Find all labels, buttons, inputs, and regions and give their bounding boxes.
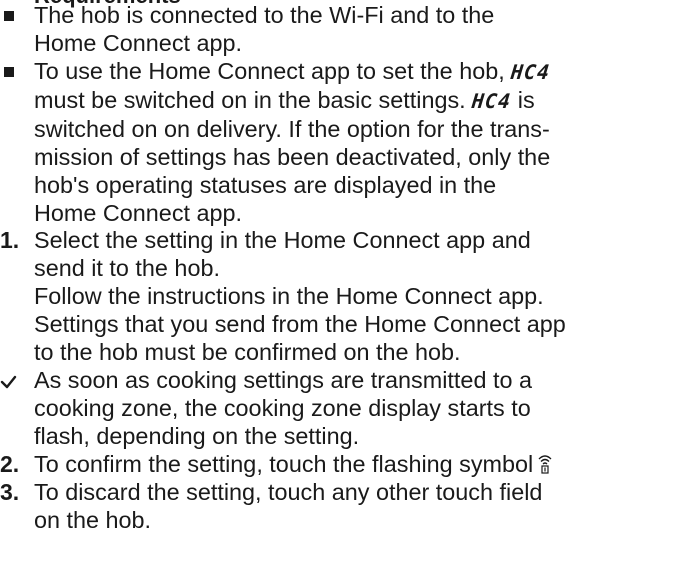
text-line: Home Connect app. xyxy=(34,200,243,226)
bullet-square-icon xyxy=(4,67,14,77)
text-line: To use the Home Connect app to set the h… xyxy=(34,57,674,86)
hc4-code: HC4 xyxy=(470,89,513,113)
text-segment: must be switched on in the basic setting… xyxy=(34,87,466,113)
text-segment: is xyxy=(517,87,535,113)
text-line: To discard the setting, touch any other … xyxy=(34,479,543,505)
bullet-square-icon xyxy=(4,11,14,21)
text-line: mission of settings has been deactivated… xyxy=(34,144,551,170)
remote-start-icon xyxy=(537,452,553,480)
text-segment: To confirm the setting, touch the flashi… xyxy=(34,451,534,477)
text-line: to the hob must be confirmed on the hob. xyxy=(34,339,461,365)
check-icon xyxy=(0,366,30,394)
manual-page: Requirements The hob is connected to the… xyxy=(0,0,676,568)
text-line: Home Connect app. xyxy=(34,30,243,56)
text-line: cooking zone, the cooking zone display s… xyxy=(34,395,531,421)
text-line: Settings that you send from the Home Con… xyxy=(34,311,566,337)
text-line: switched on on delivery. If the option f… xyxy=(34,116,550,142)
step-number: 2. xyxy=(0,451,20,477)
text-line: Follow the instructions in the Home Conn… xyxy=(34,283,544,309)
text-line: on the hob. xyxy=(34,507,152,533)
text-line: As soon as cooking settings are transmit… xyxy=(34,367,532,393)
text-line: Select the setting in the Home Connect a… xyxy=(34,227,531,253)
text-line: The hob is connected to the Wi-Fi and to… xyxy=(34,2,495,28)
text-line: send it to the hob. xyxy=(34,255,220,281)
hc4-code: HC4 xyxy=(509,60,552,84)
text-line: To confirm the setting, touch the flashi… xyxy=(34,450,674,480)
text-line: flash, depending on the setting. xyxy=(34,423,360,449)
text-line: must be switched on in the basic setting… xyxy=(34,86,674,115)
text-segment: To use the Home Connect app to set the h… xyxy=(34,58,505,84)
step-number: 1. xyxy=(0,227,20,253)
text-line: hob's operating statuses are displayed i… xyxy=(34,172,497,198)
step-number: 3. xyxy=(0,479,20,505)
